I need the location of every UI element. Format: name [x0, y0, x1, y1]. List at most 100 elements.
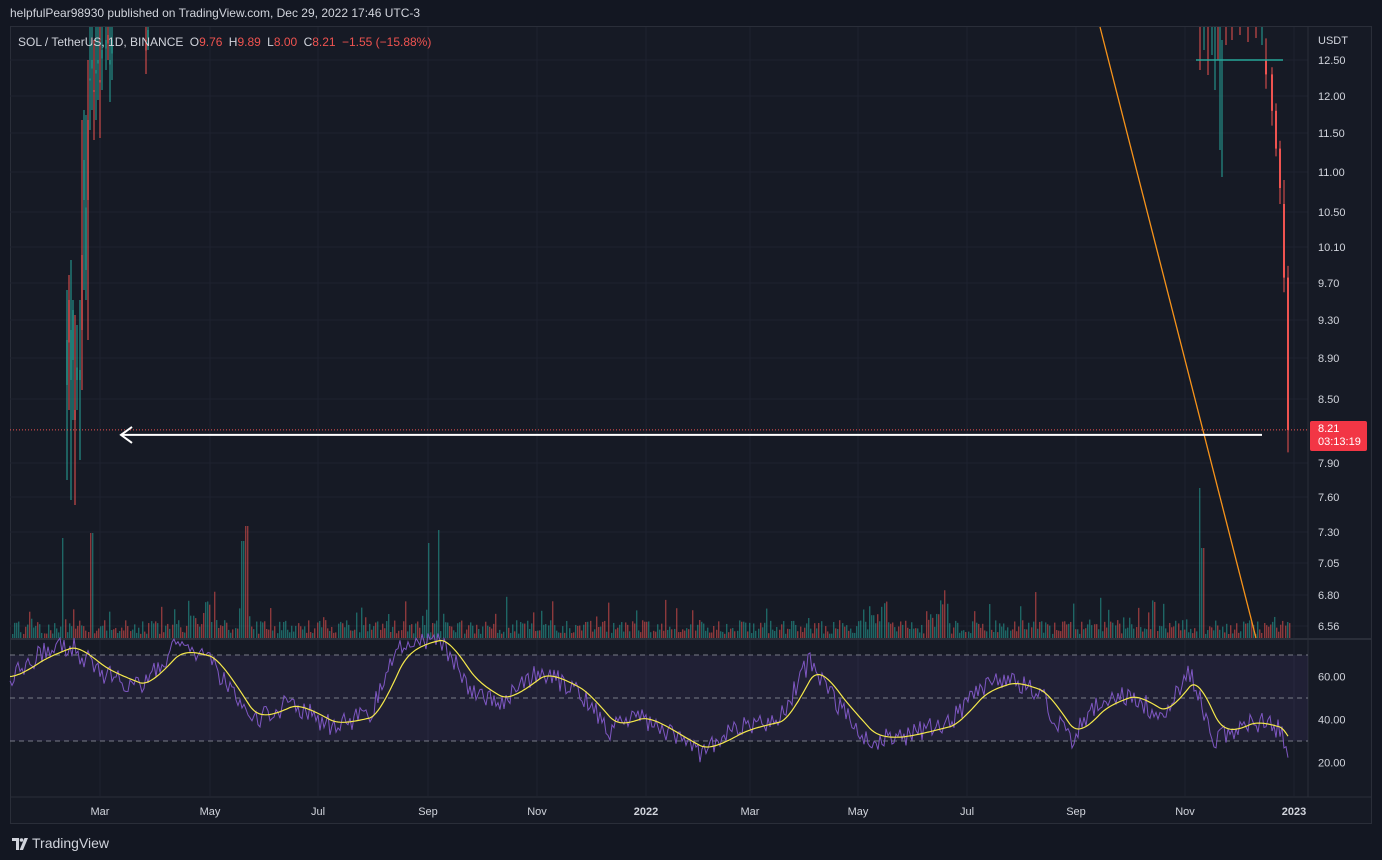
tradingview-logo-icon [12, 837, 28, 850]
volume-bar [600, 626, 602, 638]
volume-bar [417, 621, 419, 638]
volume-bar [646, 621, 648, 638]
volume-bar [764, 622, 766, 638]
volume-bar [1238, 632, 1240, 638]
volume-bar [312, 633, 314, 638]
volume-bar [562, 626, 564, 638]
volume-bar [909, 628, 911, 638]
volume-bar [642, 620, 644, 638]
volume-bar [1192, 633, 1194, 638]
footer-brand[interactable]: TradingView [32, 835, 109, 851]
volume-bar [917, 628, 919, 638]
volume-bar [919, 632, 921, 638]
volume-bar [963, 630, 965, 638]
volume-bar [611, 632, 613, 638]
volume-bar [20, 632, 22, 638]
volume-bar [79, 620, 81, 638]
volume-bar [142, 621, 144, 638]
volume-bar [73, 609, 75, 638]
trendline-annotation [1099, 26, 1257, 639]
volume-bar [237, 628, 239, 638]
volume-bar [1268, 626, 1270, 638]
candle-body [89, 78, 91, 81]
volume-bar [119, 631, 121, 638]
volume-bar [520, 621, 522, 638]
volume-bar [35, 625, 37, 638]
volume-bar [151, 621, 153, 638]
volume-bar [915, 628, 917, 638]
volume-bar [174, 609, 176, 638]
volume-bar [877, 614, 879, 638]
volume-bar [1173, 626, 1175, 638]
volume-bar [846, 625, 848, 638]
chart-svg[interactable]: USDT 12.50 12.00 11.50 11.00 10.50 10.10 9.70 9.… [0, 0, 1382, 860]
volume-bar [892, 622, 894, 638]
volume-bar [634, 623, 636, 638]
volume-bar [190, 615, 192, 638]
volume-bar [325, 620, 327, 638]
volume-bar [787, 628, 789, 638]
volume-bar [117, 633, 119, 638]
volume-bar [468, 625, 470, 638]
volume-bar [1219, 629, 1221, 638]
volume-bar [67, 632, 69, 638]
volume-bar [1167, 632, 1169, 638]
volume-bar [352, 630, 354, 638]
volume-bar [478, 629, 480, 638]
volume-bar [495, 613, 497, 638]
volume-bar [302, 629, 304, 638]
volume-bar [905, 620, 907, 638]
volume-bar [661, 623, 663, 638]
volume-bar [890, 623, 892, 638]
volume-bar [375, 622, 377, 638]
volume-bar [695, 630, 697, 638]
volume-bar [1085, 628, 1087, 638]
volume-bar [995, 620, 997, 638]
volume-bar [667, 629, 669, 638]
open-value: 9.76 [199, 35, 223, 49]
volume-bar [1224, 632, 1226, 638]
volume-bar [657, 624, 659, 638]
volume-bar [1165, 628, 1167, 638]
volume-bar [157, 623, 159, 638]
volume-bar [394, 620, 396, 638]
volume-bar [167, 623, 169, 638]
volume-bar [285, 620, 287, 638]
volume-bar [85, 630, 87, 638]
close-label: C [303, 35, 313, 49]
volume-bar [371, 629, 373, 638]
volume-bar [1106, 627, 1108, 638]
candle-body [1279, 148, 1281, 188]
volume-bar [340, 621, 342, 638]
volume-bar [1280, 624, 1282, 638]
volume-bar [590, 620, 592, 638]
volume-bar [83, 626, 85, 638]
volume-bar [382, 623, 384, 638]
volume-bar [197, 624, 199, 638]
volume-bar [833, 621, 835, 638]
symbol-name: SOL / TetherUS, 1D, BINANCE [18, 35, 184, 49]
volume-bar [264, 621, 266, 638]
volume-bar [848, 630, 850, 638]
volume-bar [396, 633, 398, 638]
volume-bar [298, 623, 300, 638]
volume-bar [875, 623, 877, 638]
volume-bar [331, 626, 333, 638]
volume-bar [428, 543, 430, 638]
volume-bar [1196, 631, 1198, 638]
volume-bar [1119, 623, 1121, 638]
volume-bar [1257, 621, 1259, 638]
volume-bar [858, 621, 860, 638]
volume-bar [970, 633, 972, 638]
volume-bar [195, 618, 197, 638]
time-tick-label: Jul [311, 806, 325, 818]
volume-bar [81, 625, 83, 638]
volume-bar [1205, 633, 1207, 638]
volume-bar [753, 623, 755, 638]
volume-bar [739, 620, 741, 638]
volume-bar [533, 612, 535, 638]
volume-bar [455, 632, 457, 638]
volume-bar [281, 630, 283, 638]
volume-bar [211, 621, 213, 638]
rsi-tick-label: 60.00 [1318, 672, 1346, 684]
